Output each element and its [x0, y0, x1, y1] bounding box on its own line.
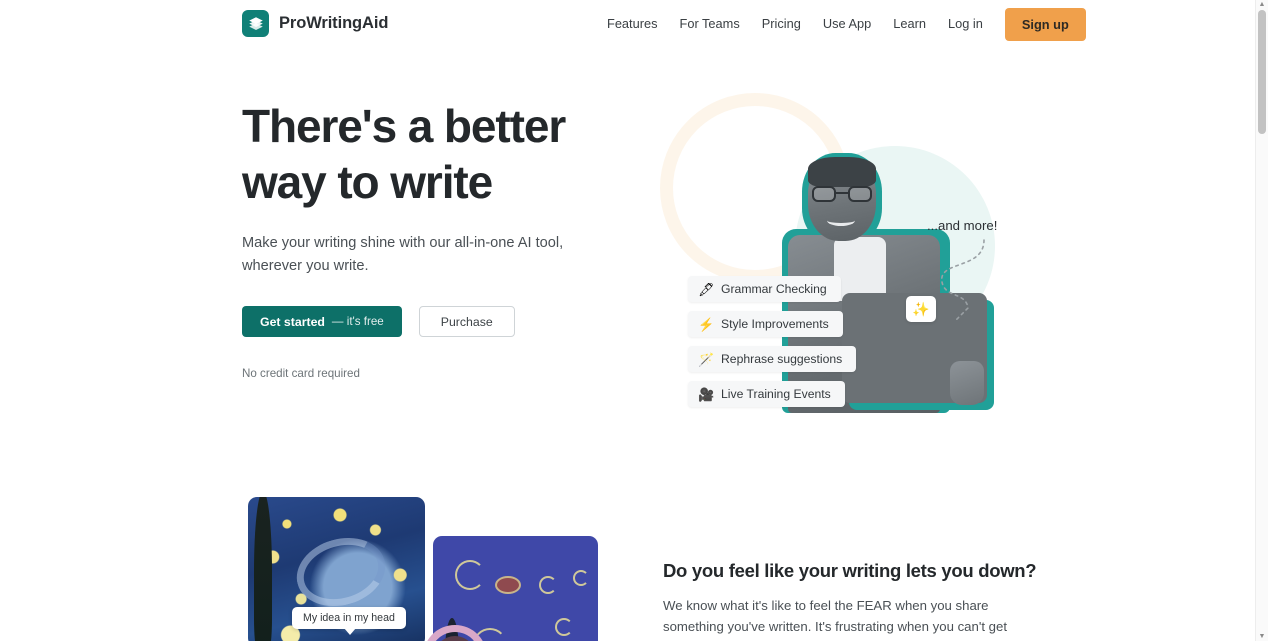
- feature-chip-label: Grammar Checking: [721, 282, 827, 296]
- feature-chip-label: Live Training Events: [721, 387, 831, 401]
- feature-chip-live-training-events: 🎥 Live Training Events: [688, 381, 845, 407]
- get-started-label: Get started: [260, 314, 325, 329]
- magic-wand-icon: 🪄: [698, 351, 715, 367]
- hero-actions: Get started — it's free Purchase: [242, 306, 582, 337]
- nav-link-pricing[interactable]: Pricing: [751, 12, 812, 37]
- hero-subtitle: Make your writing shine with our all-in-…: [242, 235, 564, 274]
- feature-chip-style-improvements: ⚡ Style Improvements: [688, 311, 843, 337]
- no-credit-card-note: No credit card required: [242, 367, 360, 380]
- section-heading: Do you feel like your writing lets you d…: [663, 560, 1037, 581]
- nav-link-log-in[interactable]: Log in: [937, 12, 994, 37]
- artwork-comparison: My idea in my head: [248, 497, 598, 641]
- site-header: ProWritingAid Features For Teams Pricing…: [0, 0, 1255, 48]
- brand-logo[interactable]: ProWritingAid: [242, 10, 388, 37]
- feature-chip-label: Style Improvements: [721, 317, 829, 331]
- browser-page: ProWritingAid Features For Teams Pricing…: [0, 0, 1268, 641]
- feature-chip-label: Rephrase suggestions: [721, 352, 843, 366]
- sign-up-button[interactable]: Sign up: [1004, 7, 1086, 41]
- glasses-icon: [812, 186, 872, 202]
- idea-tooltip: My idea in my head: [292, 607, 406, 635]
- feature-chip-grammar-checking: 🖋 Grammar Checking: [688, 276, 841, 302]
- nav-link-features[interactable]: Features: [596, 12, 669, 37]
- page-viewport: ProWritingAid Features For Teams Pricing…: [0, 0, 1255, 641]
- hero-illustration: 🖋 Grammar Checking ⚡ Style Improvements …: [650, 58, 1050, 438]
- stacked-books-icon: [242, 10, 269, 37]
- nav-link-for-teams[interactable]: For Teams: [669, 12, 751, 37]
- get-started-free-note: — it's free: [331, 315, 384, 328]
- get-started-button[interactable]: Get started — it's free: [242, 306, 402, 337]
- section-copy: Do you feel like your writing lets you d…: [663, 560, 1037, 641]
- lightning-bolt-icon: ⚡: [698, 316, 715, 332]
- feather-pen-icon: 🖋: [698, 281, 715, 297]
- hero-section: There's a better way to write Make your …: [0, 48, 1255, 448]
- hero-title-line-2: way to write: [242, 156, 493, 208]
- scrollbar-thumb[interactable]: [1258, 10, 1266, 134]
- nav-link-learn[interactable]: Learn: [882, 12, 937, 37]
- page-title: There's a better way to write: [242, 98, 582, 210]
- scroll-down-arrow-icon[interactable]: ▼: [1256, 632, 1268, 641]
- movie-camera-icon: 🎥: [698, 386, 715, 402]
- main-navigation: Features For Teams Pricing Use App Learn…: [596, 0, 1086, 48]
- writing-lets-you-down-section: My idea in my head Do you feel like your…: [0, 448, 1255, 641]
- sparkles-icon: ✨: [906, 296, 936, 322]
- hero-copy: There's a better way to write Make your …: [242, 98, 582, 380]
- hero-title-line-1: There's a better: [242, 100, 566, 152]
- nav-link-use-app[interactable]: Use App: [812, 12, 882, 37]
- scroll-up-arrow-icon[interactable]: ▲: [1256, 0, 1268, 9]
- purchase-button[interactable]: Purchase: [418, 306, 515, 337]
- feature-chip-rephrase-suggestions: 🪄 Rephrase suggestions: [688, 346, 857, 372]
- page-scrollbar[interactable]: ▲ ▼: [1255, 0, 1268, 641]
- feature-chip-list: 🖋 Grammar Checking ⚡ Style Improvements …: [688, 276, 857, 407]
- brand-name: ProWritingAid: [279, 14, 389, 32]
- and-more-callout: ...and more!: [927, 218, 998, 233]
- section-body: We know what it's like to feel the FEAR …: [663, 598, 1008, 641]
